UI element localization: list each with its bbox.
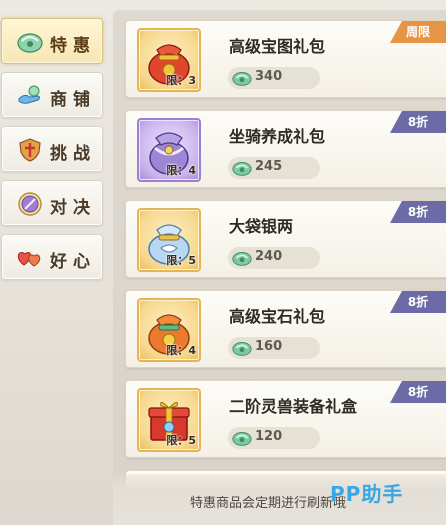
tab-label: 挑战 [50, 144, 96, 164]
item-price: 160 [255, 339, 283, 354]
tab-duijue[interactable]: 对决 [1, 180, 103, 226]
tab-label: 对决 [50, 198, 96, 218]
jade-currency-icon [231, 68, 253, 88]
item-price: 340 [255, 69, 283, 84]
item-name: 高级宝石礼包 [229, 307, 326, 326]
purchase-limit: 限：3 [166, 74, 196, 87]
refresh-notice: 特惠商品会定期进行刷新哦 [190, 496, 347, 511]
price-bar: 245 [228, 157, 320, 179]
item-name: 大袋银两 [229, 217, 294, 236]
shield-sword-icon [19, 138, 41, 162]
price-bar: 340 [228, 67, 320, 89]
purchase-limit: 限：5 [166, 254, 196, 267]
tab-tehui[interactable]: 特惠 [1, 18, 103, 64]
jade-currency-icon [231, 248, 253, 268]
tab-haoxin[interactable]: 好心 [1, 234, 103, 280]
purchase-limit: 限：4 [166, 344, 196, 357]
category-tabs: 特惠 商铺 挑战 对决 好心 [0, 0, 112, 525]
item-thumbnail: 限：4 [137, 298, 201, 362]
weekly-limit-badge: 周限 [390, 21, 446, 43]
item-name: 坐骑养成礼包 [229, 127, 326, 146]
watermark-logo: PP助手 [330, 482, 404, 506]
item-name: 高级宝图礼包 [229, 37, 326, 56]
price-bar: 240 [228, 247, 320, 269]
jade-currency-icon [231, 428, 253, 448]
jade-currency-icon [231, 338, 253, 358]
item-thumbnail: 限：5 [137, 208, 201, 272]
price-bar: 120 [228, 427, 320, 449]
purchase-limit: 限：4 [166, 164, 196, 177]
crossed-swords-icon [18, 192, 42, 216]
jade-icon [17, 33, 43, 53]
shop-item-card[interactable]: 限：3 高级宝图礼包 340 周限 [125, 20, 446, 98]
tab-label: 特惠 [50, 36, 96, 56]
tab-shangpu[interactable]: 商铺 [1, 72, 103, 118]
jade-currency-icon [231, 158, 253, 178]
discount-badge: 8折 [390, 111, 446, 133]
shop-hand-icon [18, 85, 40, 104]
shop-item-card[interactable]: 限：5 大袋银两 240 8折 [125, 200, 446, 278]
discount-badge: 8折 [390, 291, 446, 313]
discount-badge: 8折 [390, 381, 446, 403]
item-price: 245 [255, 159, 283, 174]
purchase-limit: 限：5 [166, 434, 196, 447]
item-price: 240 [255, 249, 283, 264]
shop-item-card[interactable]: 限：4 坐骑养成礼包 245 8折 [125, 110, 446, 188]
shop-item-card[interactable]: 限：4 高级宝石礼包 160 8折 [125, 290, 446, 368]
tab-label: 商铺 [50, 90, 96, 110]
item-name: 二阶灵兽装备礼盒 [229, 397, 358, 416]
item-thumbnail: 限：4 [137, 118, 201, 182]
discount-badge: 8折 [390, 201, 446, 223]
item-price: 120 [255, 429, 283, 444]
item-thumbnail: 限：3 [137, 28, 201, 92]
price-bar: 160 [228, 337, 320, 359]
tab-tiaozhan[interactable]: 挑战 [1, 126, 103, 172]
hearts-icon [17, 251, 41, 267]
tab-label: 好心 [50, 252, 96, 272]
shop-item-card[interactable]: 限：5 二阶灵兽装备礼盒 120 8折 [125, 380, 446, 458]
item-thumbnail: 限：5 [137, 388, 201, 452]
